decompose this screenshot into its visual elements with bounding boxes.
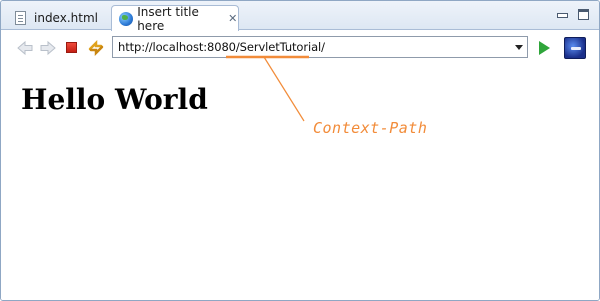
forward-button[interactable] (39, 39, 57, 57)
address-bar[interactable]: http://localhost:8080/ServletTutorial/ (112, 36, 528, 58)
tab-index-html[interactable]: index.html (7, 5, 111, 30)
html-file-icon (13, 10, 29, 26)
close-icon[interactable]: ✕ (227, 12, 238, 25)
browser-window: index.html Insert title here ✕ http://lo… (0, 0, 600, 301)
tab-insert-title[interactable]: Insert title here ✕ (111, 4, 239, 33)
page-content: Hello World (1, 65, 599, 300)
back-button[interactable] (16, 39, 34, 57)
go-icon (539, 41, 550, 55)
chevron-down-icon[interactable] (515, 45, 523, 50)
back-arrow-icon (17, 40, 33, 56)
stop-icon (66, 42, 77, 53)
minimize-icon[interactable] (556, 9, 568, 20)
go-button[interactable] (536, 39, 554, 57)
maximize-icon[interactable] (578, 9, 589, 20)
page-heading: Hello World (21, 83, 208, 116)
browser-toolbar: http://localhost:8080/ServletTutorial/ (1, 31, 599, 65)
refresh-icon (88, 39, 104, 57)
eclipse-icon[interactable] (564, 37, 586, 59)
tab-label: index.html (34, 10, 98, 25)
window-controls (556, 9, 589, 20)
tab-label: Insert title here (137, 4, 199, 33)
url-text: http://localhost:8080/ServletTutorial/ (118, 40, 325, 54)
stop-button[interactable] (63, 39, 81, 57)
annotation-label: Context-Path (313, 119, 428, 137)
forward-arrow-icon (40, 40, 56, 56)
refresh-button[interactable] (87, 39, 105, 57)
tab-bar: index.html Insert title here ✕ (1, 1, 599, 33)
globe-icon (118, 11, 133, 27)
